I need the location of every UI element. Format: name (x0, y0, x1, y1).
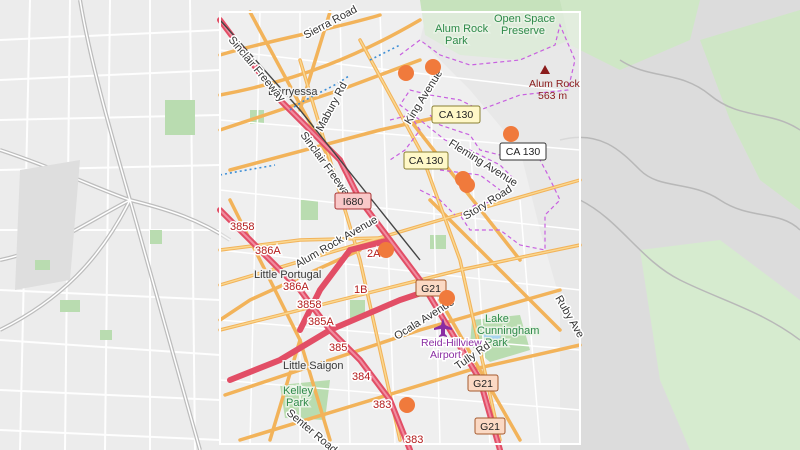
route-label-385: 385 (329, 342, 347, 354)
location-marker[interactable] (439, 290, 455, 306)
route-label-385a: 385A (308, 316, 334, 328)
rail-yard (15, 160, 80, 290)
shield-ca130-right[interactable]: CA 130 (499, 142, 547, 161)
shield-g21-bottom[interactable]: G21 (474, 417, 506, 435)
shield-g21-top-text: G21 (421, 283, 441, 295)
shield-ca130-right-text: CA 130 (506, 146, 541, 158)
shield-ca130-left[interactable]: CA 130 (403, 151, 449, 170)
park-label-open-space-1: Open Space (494, 13, 555, 25)
park-label-alum-rock-2: Park (445, 35, 468, 47)
location-marker[interactable] (459, 177, 475, 193)
route-label-384: 384 (352, 371, 370, 383)
location-marker[interactable] (398, 65, 414, 81)
route-label-383-bottom: 383 (405, 434, 423, 446)
park-label-alum-rock-1: Alum Rock (435, 23, 489, 35)
route-label-1b: 1B (354, 284, 367, 296)
shield-g21-bottom-text: G21 (480, 421, 500, 433)
shield-ca130-top[interactable]: CA 130 (431, 105, 481, 124)
shield-i680-text: I680 (343, 196, 364, 208)
shield-ca130-top-text: CA 130 (439, 109, 474, 121)
route-label-383-top: 383 (373, 399, 391, 411)
shield-i680[interactable]: I680 (334, 192, 372, 210)
park-label-lake-2: Cunningham (477, 325, 539, 337)
location-marker[interactable] (425, 59, 441, 75)
location-marker[interactable] (378, 242, 394, 258)
place-label-little-saigon: Little Saigon (283, 360, 344, 372)
shield-ca130-left-text: CA 130 (409, 155, 444, 167)
place-label-little-portugal: Little Portugal (254, 269, 321, 281)
park-label-kelley-2: Park (286, 397, 309, 409)
map-svg[interactable]: Berryessa Little Portugal Little Saigon … (0, 0, 800, 450)
location-marker[interactable] (503, 126, 519, 142)
location-marker[interactable] (399, 397, 415, 413)
route-label-386a-top: 386A (255, 245, 281, 257)
park-label-kelley-1: Kelley (283, 385, 313, 397)
route-label-386a-bottom: 386A (283, 281, 309, 293)
map-canvas[interactable]: Berryessa Little Portugal Little Saigon … (0, 0, 800, 450)
peak-name-label: Alum Rock (529, 78, 581, 90)
shield-g21-mid[interactable]: G21 (467, 374, 499, 392)
airport-label-1: Reid-Hillview (421, 337, 482, 349)
peak-elevation-label: 563 m (538, 90, 567, 102)
route-label-3858-bottom: 3858 (297, 299, 321, 311)
shield-g21-mid-text: G21 (473, 378, 493, 390)
route-label-3858-top: 3858 (230, 221, 254, 233)
park-label-lake-1: Lake (485, 313, 509, 325)
park-label-open-space-2: Preserve (501, 25, 545, 37)
